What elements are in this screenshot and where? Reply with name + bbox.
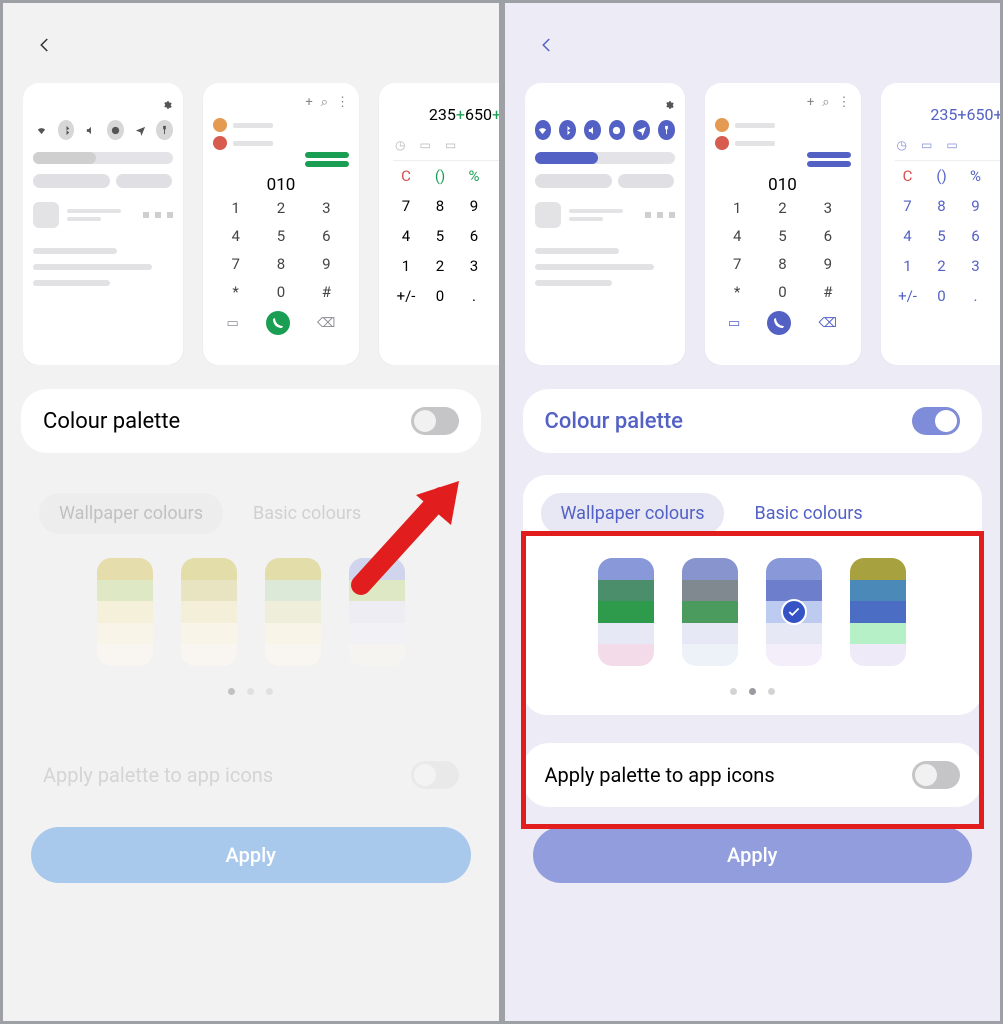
- calc-expression: 235+650+37: [897, 105, 1001, 124]
- calc-keypad: C()%789456123+/-0.: [891, 167, 1001, 305]
- dial-number: 010: [213, 175, 349, 195]
- expand-icon: ▭: [445, 138, 456, 152]
- palette-swatch[interactable]: [181, 558, 237, 666]
- pager-dots: [39, 688, 463, 695]
- ruler-icon: ▭: [419, 138, 430, 152]
- swatch-row: [541, 558, 965, 666]
- palette-swatch[interactable]: [598, 558, 654, 666]
- palette-swatch[interactable]: [850, 558, 906, 666]
- dial-keypad: 123456789*0#: [213, 199, 349, 301]
- pager-dots: [541, 688, 965, 695]
- preview-dialer: +⌕⋮ 010 123456789*0# ▭ ⌫: [705, 83, 861, 365]
- wifi-icon: [33, 120, 50, 140]
- call-button: [266, 311, 290, 335]
- call-button: [767, 311, 791, 335]
- swatch-row: [39, 558, 463, 666]
- brightness-slider: [33, 152, 173, 164]
- backspace-icon: ⌫: [819, 316, 837, 331]
- search-icon: ⌕: [822, 95, 829, 110]
- chevron-left-icon: [538, 36, 556, 54]
- dial-number: 010: [715, 175, 851, 195]
- tab-wallpaper-colours[interactable]: Wallpaper colours: [39, 493, 223, 534]
- expand-icon: ▭: [946, 138, 957, 152]
- preview-calculator: 235+650+37 ◷ ▭ ▭ C()%789456123+/-0.: [379, 83, 499, 365]
- chevron-left-icon: [36, 36, 54, 54]
- preview-dialer: +⌕⋮ 010 123456789*0# ▭ ⌫: [203, 83, 359, 365]
- colour-palette-title: Colour palette: [545, 409, 683, 434]
- colour-palette-card: Colour palette: [21, 389, 481, 453]
- history-icon: ◷: [395, 138, 405, 152]
- flashlight-icon: [156, 120, 173, 140]
- preview-quicksettings: [525, 83, 685, 365]
- palette-options: Wallpaper colours Basic colours: [21, 475, 481, 715]
- palette-swatch[interactable]: [265, 558, 321, 666]
- apply-icons-toggle[interactable]: [912, 761, 960, 789]
- back-button[interactable]: [533, 31, 561, 59]
- apply-icons-label: Apply palette to app icons: [545, 763, 775, 787]
- volume-icon: [82, 120, 99, 140]
- rotation-icon: [107, 120, 124, 140]
- bluetooth-icon: [559, 120, 576, 140]
- colour-palette-card: Colour palette: [523, 389, 983, 453]
- palette-swatch[interactable]: [349, 558, 405, 666]
- search-icon: ⌕: [321, 95, 328, 110]
- check-badge-icon: [781, 599, 807, 625]
- apply-button[interactable]: Apply: [31, 827, 471, 883]
- backspace-icon: ⌫: [317, 316, 335, 331]
- gear-icon: [665, 95, 675, 114]
- colour-palette-toggle[interactable]: [411, 407, 459, 435]
- palette-swatch[interactable]: [682, 558, 738, 666]
- video-icon: ▭: [227, 316, 239, 331]
- theme-preview-strip: +⌕⋮ 010 123456789*0# ▭ ⌫ 235+650+37 ◷ ▭ ▭ …: [23, 83, 499, 365]
- apply-icons-label: Apply palette to app icons: [43, 763, 273, 787]
- brightness-slider: [535, 152, 675, 164]
- gear-icon: [163, 95, 173, 114]
- volume-icon: [584, 120, 601, 140]
- video-icon: ▭: [728, 316, 740, 331]
- palette-swatch[interactable]: [97, 558, 153, 666]
- tab-basic-colours[interactable]: Basic colours: [734, 493, 882, 534]
- apply-icons-toggle[interactable]: [411, 761, 459, 789]
- colour-palette-toggle[interactable]: [912, 407, 960, 435]
- bluetooth-icon: [58, 120, 75, 140]
- palette-swatch[interactable]: [766, 558, 822, 666]
- tab-basic-colours[interactable]: Basic colours: [233, 493, 381, 534]
- preview-calculator: 235+650+37 ◷ ▭ ▭ C()%789456123+/-0.: [881, 83, 1001, 365]
- airplane-icon: [633, 120, 650, 140]
- calc-expression: 235+650+37: [395, 105, 499, 124]
- ruler-icon: ▭: [921, 138, 932, 152]
- wifi-icon: [535, 120, 552, 140]
- flashlight-icon: [658, 120, 675, 140]
- tab-wallpaper-colours[interactable]: Wallpaper colours: [541, 493, 725, 534]
- dial-keypad: 123456789*0#: [715, 199, 851, 301]
- apply-button[interactable]: Apply: [533, 827, 973, 883]
- calc-keypad: C()%789456123+/-0.: [389, 167, 499, 305]
- back-button[interactable]: [31, 31, 59, 59]
- history-icon: ◷: [897, 138, 907, 152]
- theme-preview-strip: +⌕⋮ 010 123456789*0# ▭ ⌫ 235+650+37 ◷ ▭ ▭ …: [525, 83, 1001, 365]
- palette-options: Wallpaper colours Basic colours: [523, 475, 983, 715]
- colour-palette-title: Colour palette: [43, 409, 180, 434]
- airplane-icon: [132, 120, 149, 140]
- rotation-icon: [609, 120, 626, 140]
- preview-quicksettings: [23, 83, 183, 365]
